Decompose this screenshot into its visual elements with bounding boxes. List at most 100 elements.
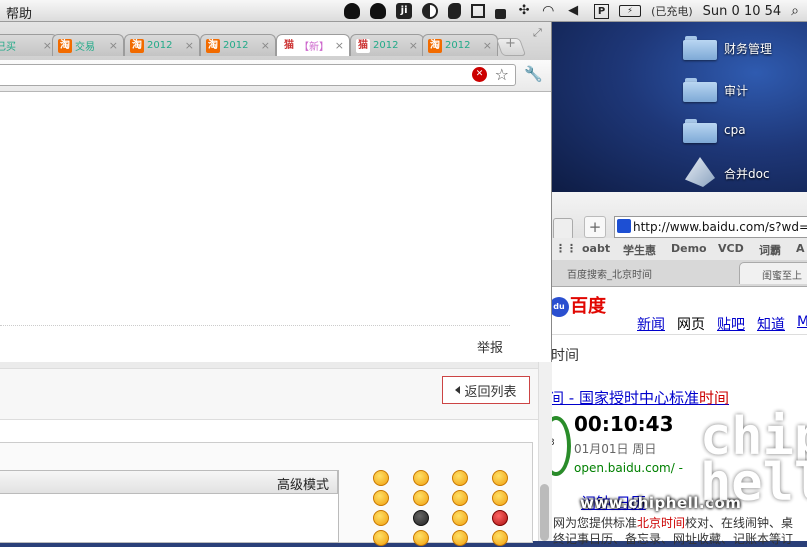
- bluetooth-icon[interactable]: ✣: [516, 3, 532, 19]
- current-date: 01月01日 周日: [574, 442, 657, 456]
- current-time: 00:10:43: [574, 412, 674, 436]
- close-icon[interactable]: ×: [261, 39, 270, 52]
- wrench-menu-icon[interactable]: 🔧: [524, 65, 543, 83]
- triangle-left-icon: [455, 386, 461, 394]
- menu-help[interactable]: 帮助: [6, 3, 32, 22]
- baidu-address-bar[interactable]: http://www.baidu.com/s?wd=: [614, 216, 807, 238]
- qq-alt-icon[interactable]: [370, 3, 387, 19]
- input-method-icon[interactable]: P: [594, 3, 610, 19]
- add-bookmark-icon[interactable]: +: [584, 216, 606, 238]
- smiley-icon[interactable]: [373, 530, 389, 546]
- bookmark-item[interactable]: 学生惠: [623, 242, 656, 258]
- ji-icon[interactable]: ji: [396, 3, 413, 19]
- result-title-text: 间 - 国家授时中心标准: [549, 389, 699, 407]
- desktop-item-label[interactable]: 审计: [724, 82, 748, 99]
- bookmark-item[interactable]: VCD: [718, 242, 744, 255]
- baidu-nav-more[interactable]: M: [797, 314, 807, 330]
- result-url[interactable]: open.baidu.com/ -: [574, 461, 683, 475]
- nav-button[interactable]: [553, 218, 573, 240]
- browser-tab-active[interactable]: 猫 【新】 ×: [276, 34, 350, 56]
- bookmark-item[interactable]: A: [796, 242, 805, 255]
- smiley-icon[interactable]: [413, 530, 429, 546]
- result-title-highlight: 时间: [698, 389, 729, 407]
- close-icon[interactable]: ×: [409, 39, 418, 52]
- smiley-icon[interactable]: [373, 490, 389, 506]
- baidu-nav-zhidao[interactable]: 知道: [757, 314, 785, 334]
- taobao-favicon-icon: 淘: [130, 38, 144, 53]
- volume-icon[interactable]: ◀: [568, 3, 584, 19]
- merge-app-icon[interactable]: [685, 157, 715, 187]
- smiley-icon[interactable]: [452, 470, 468, 486]
- close-icon[interactable]: ×: [109, 39, 118, 52]
- browser-tab[interactable]: 已买 ×: [0, 34, 58, 56]
- evernote-icon[interactable]: [448, 3, 462, 19]
- baidu-nav-tieba[interactable]: 贴吧: [717, 314, 745, 334]
- half-moon-icon[interactable]: [422, 3, 439, 19]
- battery-icon[interactable]: ⚡: [619, 5, 642, 17]
- menubar-status-area: ji ✣ ◠ ◀ P ⚡ (已充电) Sun 0 10 54 ⌕: [344, 2, 799, 20]
- sync-icon[interactable]: [471, 4, 486, 18]
- desktop-item-label[interactable]: 合并doc: [724, 165, 770, 182]
- browser-window: 已买 × 淘 交易 × 淘 2012 × 淘 2012 × 猫 【新】 × 猫 …: [0, 22, 552, 546]
- desc-highlight: 北京时间: [637, 516, 686, 530]
- advanced-mode-link[interactable]: 高级模式: [277, 474, 329, 493]
- tab-title: 已买: [0, 42, 16, 53]
- baidu-nav-news[interactable]: 新闻: [637, 314, 665, 334]
- smiley-icon[interactable]: [452, 530, 468, 546]
- browser-tab[interactable]: 淘 2012 ×: [124, 34, 200, 56]
- baidu-tab[interactable]: 百度搜索_北京时间: [567, 266, 652, 281]
- desktop-item-label[interactable]: 财务管理: [724, 40, 772, 57]
- tab-strip: 已买 × 淘 交易 × 淘 2012 × 淘 2012 × 猫 【新】 × 猫 …: [0, 22, 551, 62]
- close-icon[interactable]: ×: [185, 39, 194, 52]
- folder-icon[interactable]: [683, 36, 717, 60]
- qq-icon[interactable]: [344, 3, 361, 19]
- folder-icon[interactable]: [683, 119, 717, 143]
- browser-tab[interactable]: 淘 2012 ×: [200, 34, 276, 56]
- chiphell-logo: chiphell: [700, 407, 807, 513]
- baidu-tab-strip: 百度搜索_北京时间 闺蜜至上: [551, 260, 807, 287]
- spotlight-search-icon[interactable]: ⌕: [791, 3, 799, 19]
- desktop-item-label[interactable]: cpa: [724, 123, 746, 137]
- smiley-icon[interactable]: [413, 470, 429, 486]
- browser-tab[interactable]: 淘 交易 ×: [52, 34, 124, 56]
- smiley-icon[interactable]: [492, 530, 508, 546]
- bookmark-star-icon[interactable]: ☆: [495, 65, 509, 84]
- close-icon[interactable]: ×: [483, 39, 492, 52]
- smiley-icon[interactable]: [492, 490, 508, 506]
- menubar: 帮助 ji ✣ ◠ ◀ P ⚡ (已充电) Sun 0 10 54 ⌕: [0, 0, 807, 22]
- blocked-content-icon[interactable]: ✕: [472, 67, 487, 82]
- bookmark-item[interactable]: Demo: [671, 242, 707, 255]
- smiley-icon[interactable]: [413, 490, 429, 506]
- close-icon[interactable]: ×: [335, 39, 344, 52]
- smiley-icon[interactable]: [492, 510, 508, 526]
- address-bar[interactable]: ✕ ☆: [0, 64, 516, 86]
- browser-tab[interactable]: 猫 2012 ×: [350, 34, 424, 56]
- baidu-logo[interactable]: du 百度: [549, 292, 606, 318]
- resize-icon[interactable]: ⤢: [533, 26, 542, 40]
- back-to-list-label: 返回列表: [464, 384, 517, 400]
- baidu-tab[interactable]: 闺蜜至上: [739, 262, 807, 284]
- close-icon[interactable]: ×: [43, 39, 52, 52]
- desc-text: 网为您提供标准: [553, 516, 638, 530]
- report-link[interactable]: 举报: [477, 337, 503, 356]
- smiley-icon[interactable]: [452, 490, 468, 506]
- smiley-icon[interactable]: [413, 510, 429, 526]
- folder-icon[interactable]: [683, 78, 717, 102]
- result-title-link[interactable]: 间 - 国家授时中心标准时间: [549, 387, 729, 408]
- smiley-icon[interactable]: [452, 510, 468, 526]
- baidu-logo-text: 百度: [570, 296, 606, 317]
- taobao-favicon-icon: 淘: [58, 38, 72, 53]
- smiley-icon[interactable]: [373, 510, 389, 526]
- smiley-icon[interactable]: [492, 470, 508, 486]
- smiley-icon[interactable]: [373, 470, 389, 486]
- browser-tab[interactable]: 淘 2012 ×: [422, 34, 498, 56]
- wifi-icon[interactable]: ◠: [542, 3, 558, 19]
- bookmark-item[interactable]: 词霸: [759, 242, 781, 258]
- bookmark-item[interactable]: oabt: [582, 242, 610, 255]
- back-to-list-button[interactable]: 返回列表: [442, 376, 530, 404]
- lock-icon[interactable]: [495, 8, 507, 19]
- menubar-clock[interactable]: Sun 0 10 54: [703, 4, 781, 19]
- baidu-paw-icon: du: [549, 297, 569, 317]
- grid-icon[interactable]: ⋮⋮: [555, 242, 577, 255]
- scrollbar-thumb[interactable]: [540, 484, 549, 541]
